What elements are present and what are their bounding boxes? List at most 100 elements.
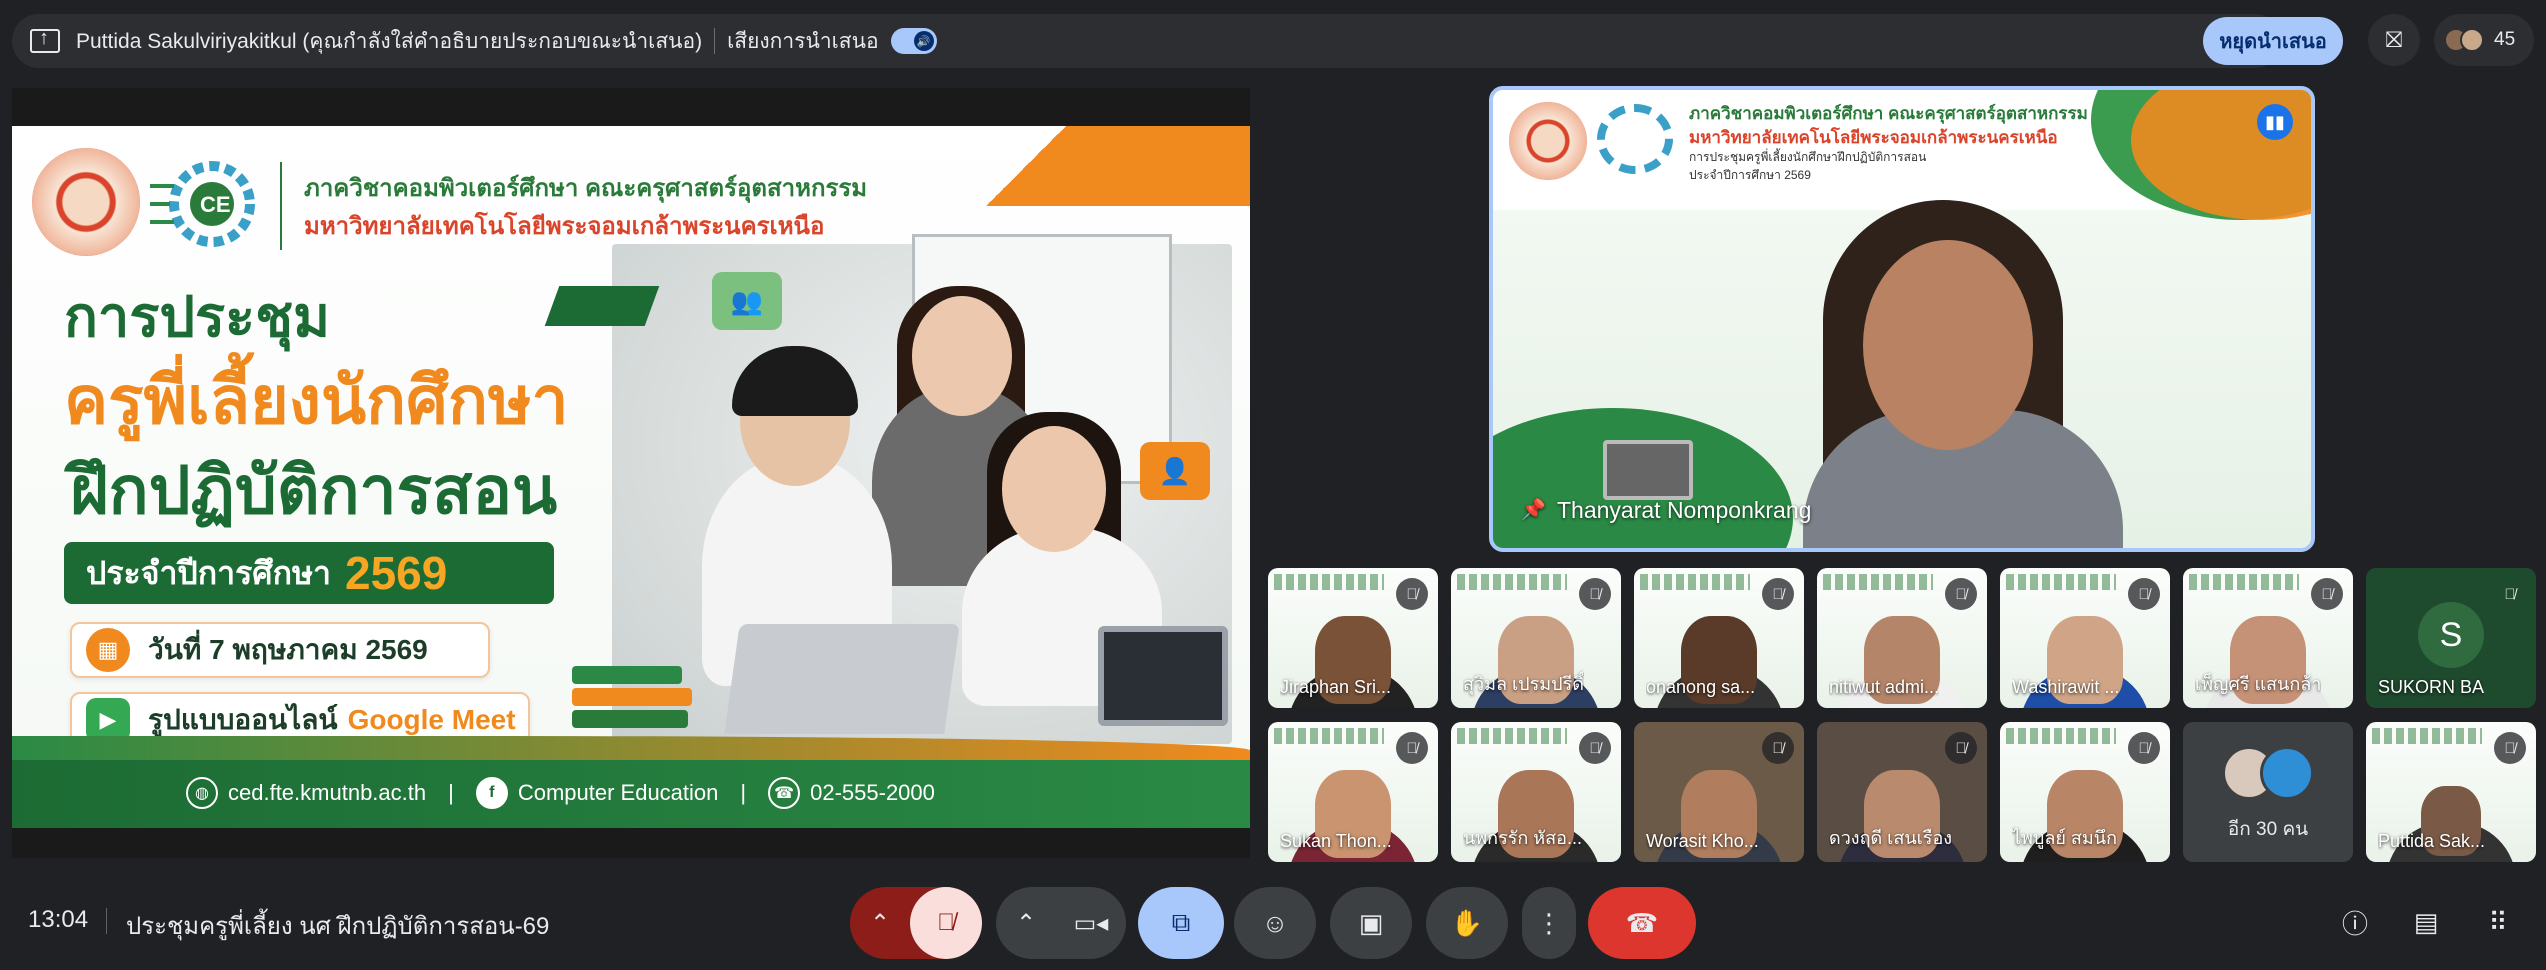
raise-hand-button[interactable]: ✋ [1426,887,1508,959]
mic-off-icon: 🎙̸ [1762,578,1794,610]
department-gear-logo [1597,104,1673,174]
avatar [2460,28,2484,52]
mic-off-icon: 🎙̸ [2311,578,2343,610]
background-university: มหาวิทยาลัยเทคโนโลยีพระจอมเกล้าพระนครเหน… [1689,128,2058,147]
pinned-speaker-tile[interactable]: ภาควิชาคอมพิวเตอร์ศึกษา คณะครุศาสตร์อุตส… [1489,86,2315,552]
globe-icon: ◍ [186,777,218,809]
hide-self-view-icon[interactable]: ⛝ [2368,14,2420,66]
mic-off-icon: 🎙̸ [1579,732,1611,764]
calendar-icon: ▦ [86,628,130,672]
mic-off-icon: 🎙̸ [1762,732,1794,764]
presentation-audio-label: เสียงการนำเสนอ [727,29,879,53]
present-screen-button[interactable]: ⧉ [1138,887,1224,959]
present-to-all-icon [30,27,60,53]
participant-name: nitiwut admi... [1829,677,1940,697]
participant-tile[interactable]: 🎙̸ nitiwut admi... [1817,568,1987,708]
participant-tile[interactable]: 🎙̸ ดวงฤดี เสนเรือง [1817,722,1987,862]
meeting-title: ประชุมครูพี่เลี้ยง นศ ฝึกปฏิบัติการสอน-6… [126,913,550,940]
participant-tile[interactable]: 🎙̸ Worasit Kho... [1634,722,1804,862]
laptop-graphic [724,624,960,734]
leave-call-button[interactable]: ☎ [1588,887,1696,959]
divider [714,28,716,54]
divider [106,908,107,934]
participant-name: Worasit Kho... [1646,831,1759,851]
mic-off-icon: 🎙̸ [1945,578,1977,610]
participant-tile[interactable]: 🎙̸ สุวิมล เปรมปรีดิ์ [1451,568,1621,708]
academic-year-value: 2569 [345,547,448,599]
participant-avatars [2222,746,2314,800]
participant-name: สุวิมล เปรมปรีดิ์ [1463,674,1584,694]
avatar: S [2418,602,2484,668]
department-gear-logo: CE [150,161,255,247]
camera-group: ⌃ ▭◂ [996,887,1126,959]
camera-button[interactable]: ▭◂ [1056,887,1126,959]
background-subtitle: การประชุมครูพี่เลี้ยงนักศึกษาฝึกปฏิบัติก… [1689,150,1927,164]
reactions-button[interactable]: ☺ [1234,887,1316,959]
mic-off-icon: 🎙̸ [1396,578,1428,610]
phone-text: 02-555-2000 [810,780,935,805]
more-participants-label: อีก 30 คน [2227,819,2309,840]
participant-tile[interactable]: 🎙̸ Puttida Sak... [2366,722,2536,862]
speaker-icon: 🔊 [913,31,934,51]
participant-count: 45 [2494,29,2516,50]
pin-icon: 📌 [1521,499,1546,521]
participant-name: ไพบูลย์ สมนึก [2012,828,2117,848]
website-text: ced.fte.kmutnb.ac.th [228,780,427,805]
presentation-audio-toggle[interactable]: 🔊 [890,28,937,54]
meeting-date: วันที่ 7 พฤษภาคม 2569 [148,634,428,665]
university-seal-logo [32,148,140,256]
presenter-text: Puttida Sakulviriyakitkul (คุณกำลังใส่คำ… [76,29,703,53]
mic-off-icon: 🎙̸ [2504,585,2516,603]
audio-settings-button[interactable]: ⌃ [850,887,910,959]
department-name: ภาควิชาคอมพิวเตอร์ศึกษา คณะครุศาสตร์อุตส… [304,175,868,202]
facebook-text: Computer Education [517,780,719,805]
participant-tile[interactable]: 🎙̸ onanong sa... [1634,568,1804,708]
university-seal-logo [1509,102,1587,180]
footer-phone: ☎ 02-555-2000 [768,777,935,809]
presentation-slide: CE ภาควิชาคอมพิวเตอร์ศึกษา คณะครุศาสตร์อ… [12,126,1250,828]
footer-website: ◍ ced.fte.kmutnb.ac.th [186,777,426,809]
participant-name: Puttida Sak... [2378,831,2486,851]
video-settings-button[interactable]: ⌃ [996,887,1056,959]
participant-name: ดวงฤดี เสนเรือง [1829,828,1953,848]
current-time: 13:04 [28,906,89,933]
graduation-cap-icon [544,286,660,326]
activities-icon[interactable]: ⠿ [2474,898,2522,946]
mic-off-icon: 🎙̸ [1945,732,1977,764]
mic-off-icon: 🎙̸ [1579,578,1611,610]
meeting-info-icon[interactable]: ⓘ [2331,898,2379,946]
mic-off-icon: 🎙̸ [2494,732,2526,764]
participant-tile[interactable]: 🎙̸ Jiraphan Sri... [1268,568,1438,708]
participant-name: Washirawit ... [2012,677,2120,697]
captions-button[interactable]: ▣ [1330,887,1412,959]
background-year: ประจำปีการศึกษา 2569 [1689,168,1811,182]
more-participants-tile[interactable]: อีก 30 คน [2183,722,2353,862]
date-pill: ▦ วันที่ 7 พฤษภาคม 2569 [70,622,490,678]
academic-year-label: ประจำปีการศึกษา [86,554,331,591]
svg-text:CE: CE [200,192,231,217]
phone-icon: ☎ [768,777,801,809]
participants-chip[interactable]: 45 [2434,14,2534,66]
group-icon: 👥 [712,272,782,330]
university-name: มหาวิทยาลัยเทคโนโลยีพระจอมเกล้าพระนครเหน… [304,213,825,240]
slide-footer: ◍ ced.fte.kmutnb.ac.th | f Computer Educ… [12,736,1250,828]
participant-tile[interactable]: 🎙̸ นพกรรัก หัสอ... [1451,722,1621,862]
participant-tile[interactable]: 🎙̸ Sukan Thon... [1268,722,1438,862]
footer-facebook: f Computer Education [475,777,719,809]
chat-icon[interactable]: ▤ [2402,898,2450,946]
more-options-button[interactable]: ⋮ [1522,887,1576,959]
participant-tile[interactable]: 🎙̸ ไพบูลย์ สมนึก [2000,722,2170,862]
mic-off-icon: 🎙̸ [1396,732,1428,764]
speaker-video [1863,240,2033,450]
slide-decoration [890,126,1250,206]
mic-off-button[interactable]: 🎙̸ [910,887,982,959]
participant-name: onanong sa... [1646,677,1756,697]
speaker-name: Thanyarat Nomponkrang [1557,497,1812,523]
shared-screen: CE ภาควิชาคอมพิวเตอร์ศึกษา คณะครุศาสตร์อ… [12,88,1250,858]
academic-year-banner: ประจำปีการศึกษา 2569 [64,542,554,604]
participant-tile[interactable]: 🎙̸ เพ็ญศรี แสนกล้า [2183,568,2353,708]
participant-tile[interactable]: 🎙̸ Washirawit ... [2000,568,2170,708]
stop-presenting-button[interactable]: หยุดนำเสนอ [2203,17,2343,65]
laptop-graphic [1603,440,1693,500]
participant-tile[interactable]: S 🎙̸ SUKORN BA [2366,568,2536,708]
